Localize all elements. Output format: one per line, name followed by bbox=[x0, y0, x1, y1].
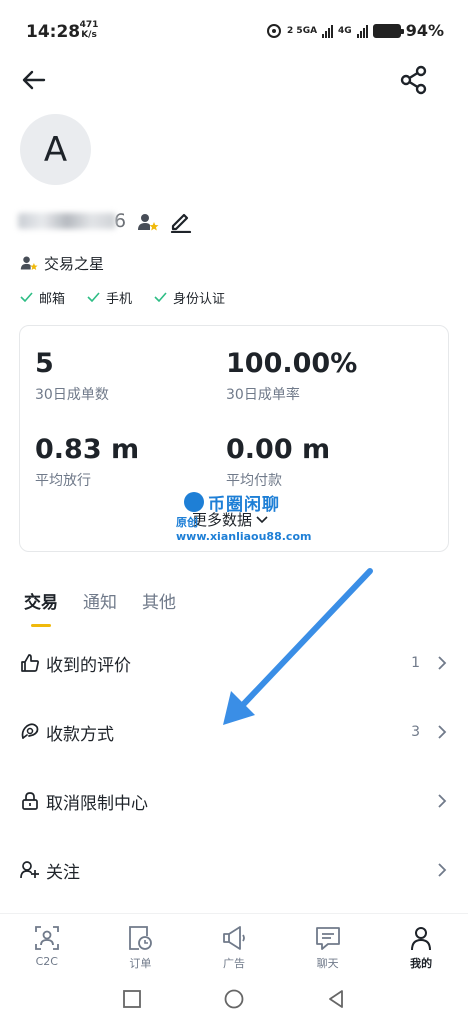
watermark-subtitle: 原创 www.xianliaou88.com bbox=[176, 516, 312, 543]
status-bar: 14:28 471 K/s 2 5GA 4G 94% bbox=[0, 0, 468, 60]
stat-avg-release-value: 0.83 m bbox=[35, 434, 140, 465]
username-blurred bbox=[18, 213, 116, 229]
system-back-icon[interactable] bbox=[325, 988, 347, 1010]
signal-icon bbox=[322, 24, 334, 38]
network-speed-unit: K/s bbox=[81, 30, 97, 40]
back-arrow-icon[interactable] bbox=[20, 66, 48, 94]
verify-identity-label: 身份认证 bbox=[173, 291, 226, 307]
edit-icon[interactable] bbox=[169, 209, 193, 233]
avatar: A bbox=[20, 114, 91, 185]
stat-completion-rate: 100.00% 30日成单率 bbox=[226, 348, 357, 404]
share-icon[interactable] bbox=[398, 64, 430, 96]
chevron-right-icon bbox=[438, 863, 447, 877]
verify-email-label: 邮箱 bbox=[39, 291, 66, 307]
nav-ads-label: 广告 bbox=[222, 957, 245, 970]
tab-notifications[interactable]: 通知 bbox=[83, 588, 117, 628]
chevron-right-icon bbox=[438, 794, 447, 808]
check-icon bbox=[154, 292, 167, 302]
merchant-badge-icon[interactable] bbox=[137, 211, 159, 233]
stat-avg-release-label: 平均放行 bbox=[35, 473, 91, 489]
network-speed: 471 K/s bbox=[78, 20, 100, 40]
check-icon bbox=[87, 292, 100, 302]
megaphone-icon bbox=[223, 926, 245, 950]
verification-list: 邮箱 手机 身份认证 bbox=[20, 287, 247, 307]
hotspot-icon bbox=[267, 23, 282, 38]
menu-item-follow-label: 关注 bbox=[46, 862, 80, 883]
stat-orders-30d: 5 30日成单数 bbox=[35, 348, 109, 404]
username: 6 bbox=[18, 208, 130, 234]
recents-icon[interactable] bbox=[121, 988, 143, 1010]
tab-bar: 交易 通知 其他 bbox=[24, 588, 176, 628]
menu-item-follow[interactable]: 关注 bbox=[20, 850, 448, 890]
chevron-right-icon bbox=[438, 725, 447, 739]
network-speed-value: 471 bbox=[79, 20, 99, 30]
signal-icon-2 bbox=[356, 24, 368, 38]
stat-avg-pay-value: 0.00 m bbox=[226, 434, 331, 465]
network-type-2: 4G bbox=[338, 25, 352, 36]
battery-icon bbox=[372, 23, 404, 38]
watermark: 币圈闲聊 原创 www.xianliaou88.com bbox=[176, 490, 311, 543]
stat-completion-rate-label: 30日成单率 bbox=[226, 387, 300, 403]
menu-item-restriction-center-label: 取消限制中心 bbox=[46, 793, 148, 814]
check-icon bbox=[20, 292, 33, 302]
chevron-right-icon bbox=[438, 656, 447, 670]
tab-trade[interactable]: 交易 bbox=[24, 588, 58, 628]
thumbs-up-icon bbox=[21, 654, 39, 672]
payment-method-icon bbox=[21, 723, 39, 739]
status-time: 14:28 bbox=[26, 22, 81, 42]
watermark-title: 币圈闲聊 bbox=[208, 495, 280, 515]
stat-orders-30d-label: 30日成单数 bbox=[35, 387, 109, 403]
bottom-nav: C2C 订单 广告 聊天 我的 bbox=[0, 913, 468, 973]
c2c-icon bbox=[34, 926, 59, 950]
menu-item-payment-methods-count: 3 bbox=[411, 724, 420, 740]
system-nav bbox=[0, 974, 468, 1024]
nav-c2c[interactable]: C2C bbox=[0, 914, 94, 973]
stat-avg-release: 0.83 m 平均放行 bbox=[35, 434, 139, 490]
nav-me[interactable]: 我的 bbox=[374, 914, 468, 973]
watermark-logo-icon bbox=[184, 492, 204, 512]
nav-c2c-label: C2C bbox=[35, 955, 58, 968]
menu-item-reviews-count: 1 bbox=[411, 655, 420, 671]
battery-level: 94% bbox=[405, 21, 444, 40]
nav-orders-label: 订单 bbox=[129, 957, 152, 970]
stat-orders-30d-value: 5 bbox=[35, 348, 54, 379]
status-indicators: 2 5GA 4G 94% bbox=[266, 21, 444, 40]
verify-phone-label: 手机 bbox=[106, 291, 133, 307]
network-type: 2 5GA bbox=[287, 25, 318, 36]
stat-avg-pay: 0.00 m 平均付款 bbox=[226, 434, 330, 490]
verify-identity: 身份认证 bbox=[154, 288, 225, 307]
menu-item-restriction-center[interactable]: 取消限制中心 bbox=[20, 781, 448, 821]
trade-star-icon bbox=[20, 256, 38, 270]
lock-icon bbox=[22, 792, 38, 810]
nav-chat[interactable]: 聊天 bbox=[281, 914, 375, 973]
nav-me-label: 我的 bbox=[410, 957, 433, 970]
orders-icon bbox=[129, 926, 153, 950]
verify-phone: 手机 bbox=[87, 288, 132, 307]
annotation-arrow bbox=[223, 568, 373, 725]
avatar-letter: A bbox=[43, 129, 68, 170]
trade-star-badge[interactable]: 交易之星 bbox=[20, 253, 104, 273]
stat-completion-rate-value: 100.00% bbox=[226, 348, 358, 379]
tab-other[interactable]: 其他 bbox=[142, 588, 176, 628]
chat-icon bbox=[315, 927, 340, 950]
profile-icon bbox=[411, 927, 432, 951]
nav-chat-label: 聊天 bbox=[316, 957, 339, 970]
trade-star-label: 交易之星 bbox=[44, 254, 105, 273]
home-icon[interactable] bbox=[223, 988, 245, 1010]
nav-ads[interactable]: 广告 bbox=[187, 914, 281, 973]
stat-avg-pay-label: 平均付款 bbox=[226, 473, 282, 489]
nav-orders[interactable]: 订单 bbox=[94, 914, 188, 973]
add-user-icon bbox=[20, 861, 39, 879]
verify-email: 邮箱 bbox=[20, 288, 65, 307]
